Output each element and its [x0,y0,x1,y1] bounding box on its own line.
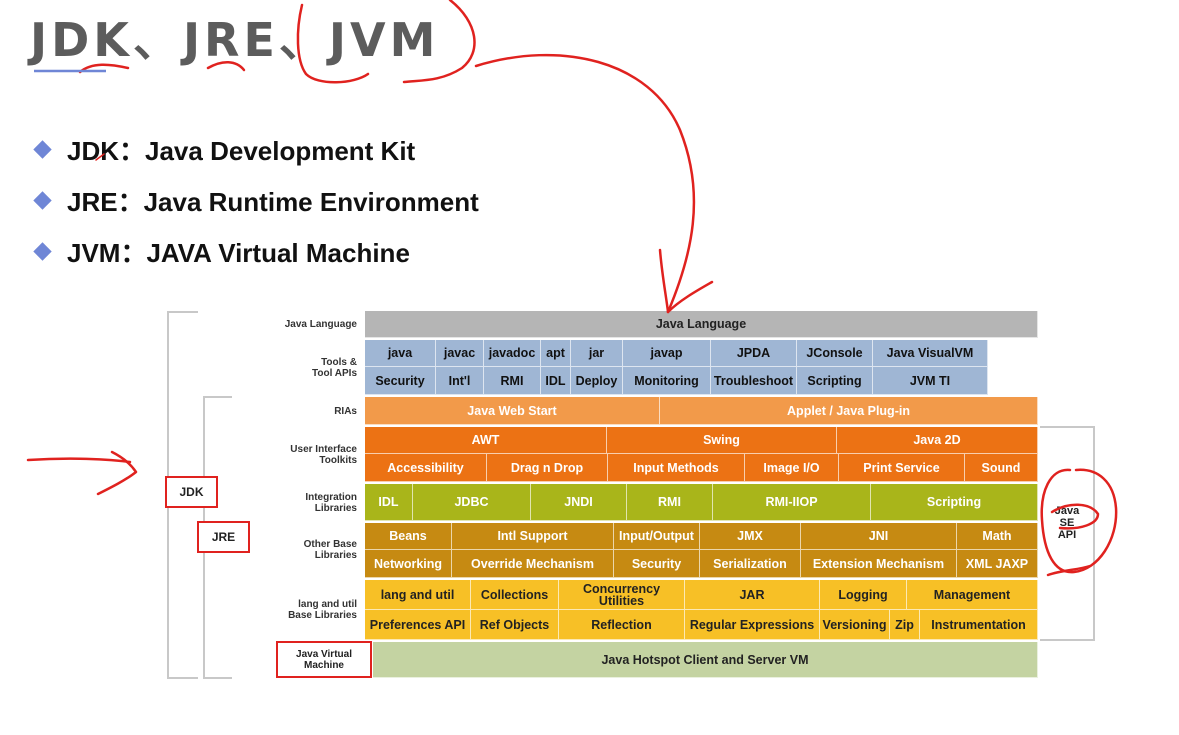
java-circle [1050,503,1100,530]
cursor-mark [95,153,105,161]
jvm-right-bracket [402,0,476,84]
underline-mark-jre [206,61,246,72]
handwritten-annotations [26,0,1118,577]
curved-arrow [474,53,696,314]
jvm-left-bracket [296,3,370,84]
side-arrow-line [26,457,132,464]
java-se-api-circle [1040,468,1118,574]
